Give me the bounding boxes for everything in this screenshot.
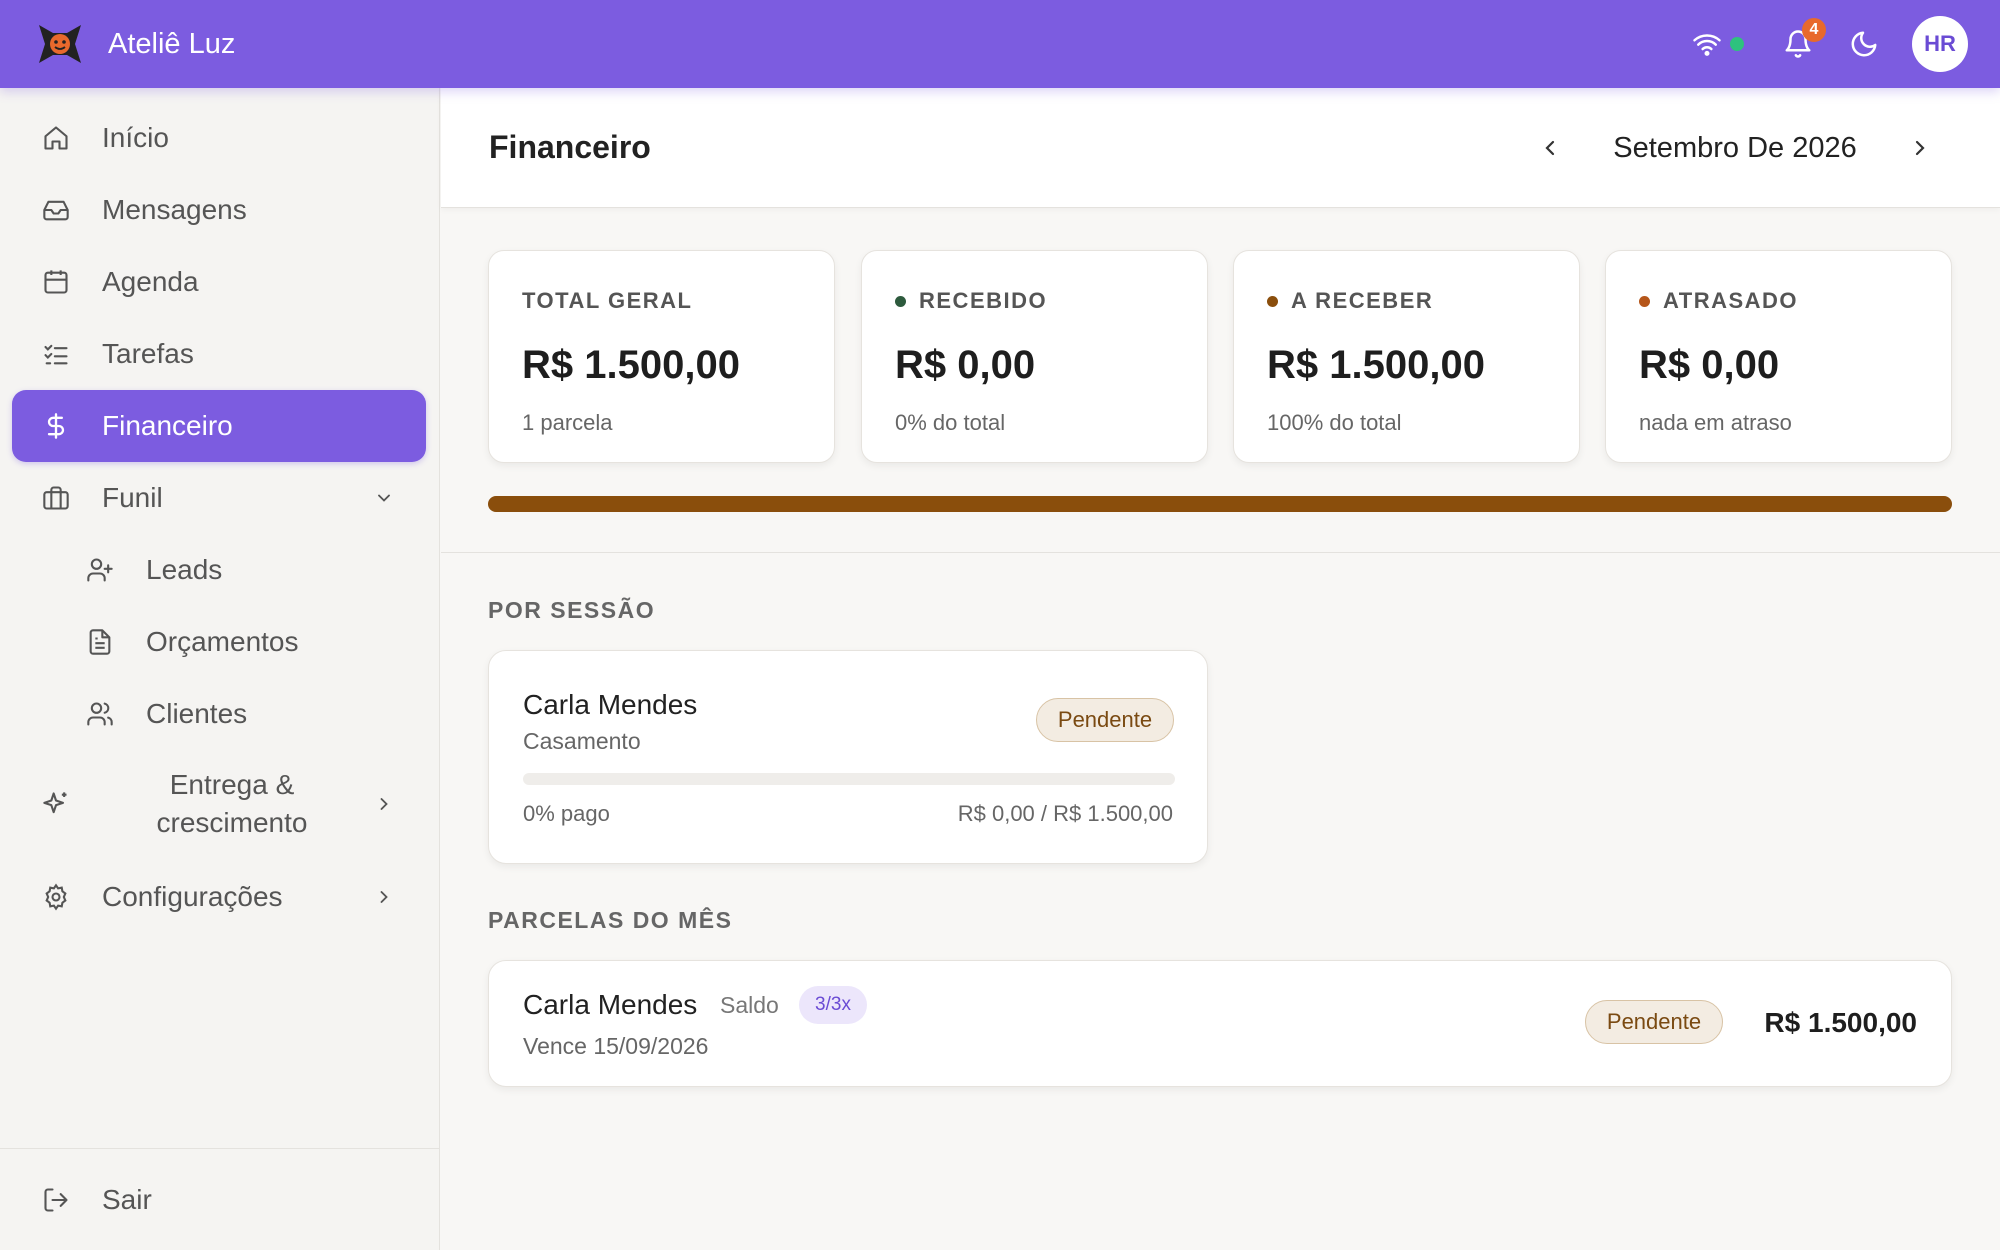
sidebar-item-label: Tarefas bbox=[102, 338, 194, 369]
chevron-left-icon bbox=[1545, 140, 1555, 156]
installment-row[interactable]: Carla Mendes Saldo 3/3x Vence 15/09/2026… bbox=[488, 960, 1952, 1087]
gear-icon bbox=[40, 881, 72, 913]
sidebar-item-funil[interactable]: Funil bbox=[12, 462, 426, 534]
wifi-icon bbox=[1690, 27, 1724, 61]
session-paid-percent: 0% pago bbox=[523, 801, 610, 826]
previous-month-button[interactable] bbox=[1530, 128, 1570, 168]
sidebar-item-label: Mensagens bbox=[102, 194, 247, 225]
sidebar-item-label: Configurações bbox=[102, 881, 283, 912]
sidebar-item-label: Agenda bbox=[102, 266, 199, 297]
session-progress-bar bbox=[523, 773, 1175, 785]
sidebar-item-tarefas[interactable]: Tarefas bbox=[12, 318, 426, 390]
status-dot bbox=[1267, 295, 1278, 307]
month-navigator: Setembro De 2026 bbox=[1530, 88, 1940, 208]
stat-value: R$ 0,00 bbox=[1639, 343, 1780, 387]
page-title: Financeiro bbox=[489, 129, 651, 165]
dark-mode-toggle[interactable] bbox=[1844, 24, 1884, 64]
calendar-icon bbox=[40, 266, 72, 298]
home-icon bbox=[40, 122, 72, 154]
user-plus-icon bbox=[84, 554, 116, 586]
installment-client-name: Carla Mendes bbox=[523, 989, 698, 1020]
chevron-down-icon[interactable] bbox=[372, 486, 396, 510]
stat-label: A RECEBER bbox=[1291, 288, 1434, 313]
sidebar-item-agenda[interactable]: Agenda bbox=[12, 246, 426, 318]
status-dot bbox=[1639, 295, 1650, 307]
sidebar-item-label: Clientes bbox=[146, 698, 248, 729]
next-month-button[interactable] bbox=[1900, 128, 1940, 168]
stat-value: R$ 1.500,00 bbox=[522, 343, 740, 387]
installment-amount: R$ 1.500,00 bbox=[1764, 1007, 1917, 1038]
stat-subtext: 100% do total bbox=[1267, 410, 1402, 435]
sidebar-item-label: Funil bbox=[102, 482, 163, 513]
stat-card-total: TOTAL GERAL R$ 1.500,00 1 parcela bbox=[488, 250, 835, 463]
stat-label: RECEBIDO bbox=[919, 288, 1048, 313]
online-status-dot bbox=[1730, 37, 1744, 51]
session-type: Casamento bbox=[523, 728, 641, 754]
session-client-name: Carla Mendes bbox=[523, 689, 698, 720]
stat-value: R$ 0,00 bbox=[895, 343, 1036, 387]
sidebar: Início Mensagens Agenda Tarefas Financei… bbox=[0, 88, 440, 1250]
brand-logo-icon[interactable] bbox=[32, 16, 88, 72]
sessions-section-title: POR SESSÃO bbox=[488, 597, 656, 623]
section-divider bbox=[441, 552, 2000, 553]
installment-count-badge: 3/3x bbox=[799, 986, 867, 1024]
logout-icon bbox=[40, 1184, 72, 1216]
checklist-icon bbox=[40, 338, 72, 370]
chevron-right-icon bbox=[1915, 140, 1925, 156]
sidebar-footer: Sair bbox=[0, 1148, 440, 1250]
installment-kind: Saldo bbox=[720, 992, 779, 1018]
users-icon bbox=[84, 698, 116, 730]
status-dot bbox=[895, 295, 906, 307]
stat-card-recebido: RECEBIDO R$ 0,00 0% do total bbox=[861, 250, 1208, 463]
stat-card-atrasado: ATRASADO R$ 0,00 nada em atraso bbox=[1605, 250, 1952, 463]
document-icon bbox=[84, 626, 116, 658]
status-badge: Pendente bbox=[1585, 1000, 1723, 1044]
stat-subtext: 1 parcela bbox=[522, 410, 613, 435]
stat-label: ATRASADO bbox=[1663, 288, 1799, 313]
sidebar-item-financeiro[interactable]: Financeiro bbox=[12, 390, 426, 462]
sidebar-item-orcamentos[interactable]: Orçamentos bbox=[12, 606, 426, 678]
dollar-icon bbox=[40, 410, 72, 442]
installments-section-title: PARCELAS DO MÊS bbox=[488, 907, 733, 933]
sidebar-item-leads[interactable]: Leads bbox=[12, 534, 426, 606]
stat-label: TOTAL GERAL bbox=[522, 288, 693, 313]
app-name: Ateliê Luz bbox=[108, 27, 236, 60]
page-header: Financeiro Setembro De 2026 bbox=[441, 88, 2000, 208]
briefcase-icon bbox=[40, 482, 72, 514]
status-badge: Pendente bbox=[1036, 698, 1174, 742]
stat-subtext: 0% do total bbox=[895, 410, 1006, 435]
inbox-icon bbox=[40, 194, 72, 226]
logout-label: Sair bbox=[102, 1184, 152, 1215]
chevron-right-icon[interactable] bbox=[372, 885, 396, 909]
sidebar-item-label: Leads bbox=[146, 554, 223, 585]
stat-subtext: nada em atraso bbox=[1639, 410, 1792, 435]
notification-count-badge: 4 bbox=[1802, 18, 1826, 42]
chevron-right-icon[interactable] bbox=[372, 792, 396, 816]
session-card[interactable]: Carla Mendes Casamento Pendente 0% pago … bbox=[488, 650, 1208, 864]
user-avatar[interactable]: HR bbox=[1912, 16, 1968, 72]
sidebar-item-clientes[interactable]: Clientes bbox=[12, 678, 426, 750]
sidebar-item-label: Orçamentos bbox=[146, 626, 299, 657]
moon-icon bbox=[1851, 31, 1877, 57]
stat-card-a-receber: A RECEBER R$ 1.500,00 100% do total bbox=[1233, 250, 1580, 463]
sidebar-item-inicio[interactable]: Início bbox=[12, 102, 426, 174]
current-month-label: Setembro De 2026 bbox=[1613, 131, 1857, 164]
session-amounts: R$ 0,00 / R$ 1.500,00 bbox=[957, 801, 1173, 826]
top-bar: Ateliê Luz 4 HR bbox=[0, 0, 2000, 88]
sidebar-item-configuracoes[interactable]: Configurações bbox=[12, 861, 426, 933]
logout-button[interactable]: Sair bbox=[12, 1164, 426, 1236]
sidebar-item-mensagens[interactable]: Mensagens bbox=[12, 174, 426, 246]
sidebar-item-entrega-crescimento[interactable]: Entrega & crescimento bbox=[12, 756, 426, 852]
installment-due-date: Vence 15/09/2026 bbox=[523, 1033, 709, 1059]
sidebar-item-label: Financeiro bbox=[102, 410, 233, 441]
stat-value: R$ 1.500,00 bbox=[1267, 343, 1485, 387]
notifications-button[interactable]: 4 bbox=[1778, 18, 1826, 64]
sparkles-icon bbox=[40, 788, 72, 820]
sidebar-item-label: Início bbox=[102, 122, 169, 153]
overall-progress-bar bbox=[488, 496, 1952, 512]
sidebar-item-label: Entrega & crescimento bbox=[156, 769, 308, 838]
